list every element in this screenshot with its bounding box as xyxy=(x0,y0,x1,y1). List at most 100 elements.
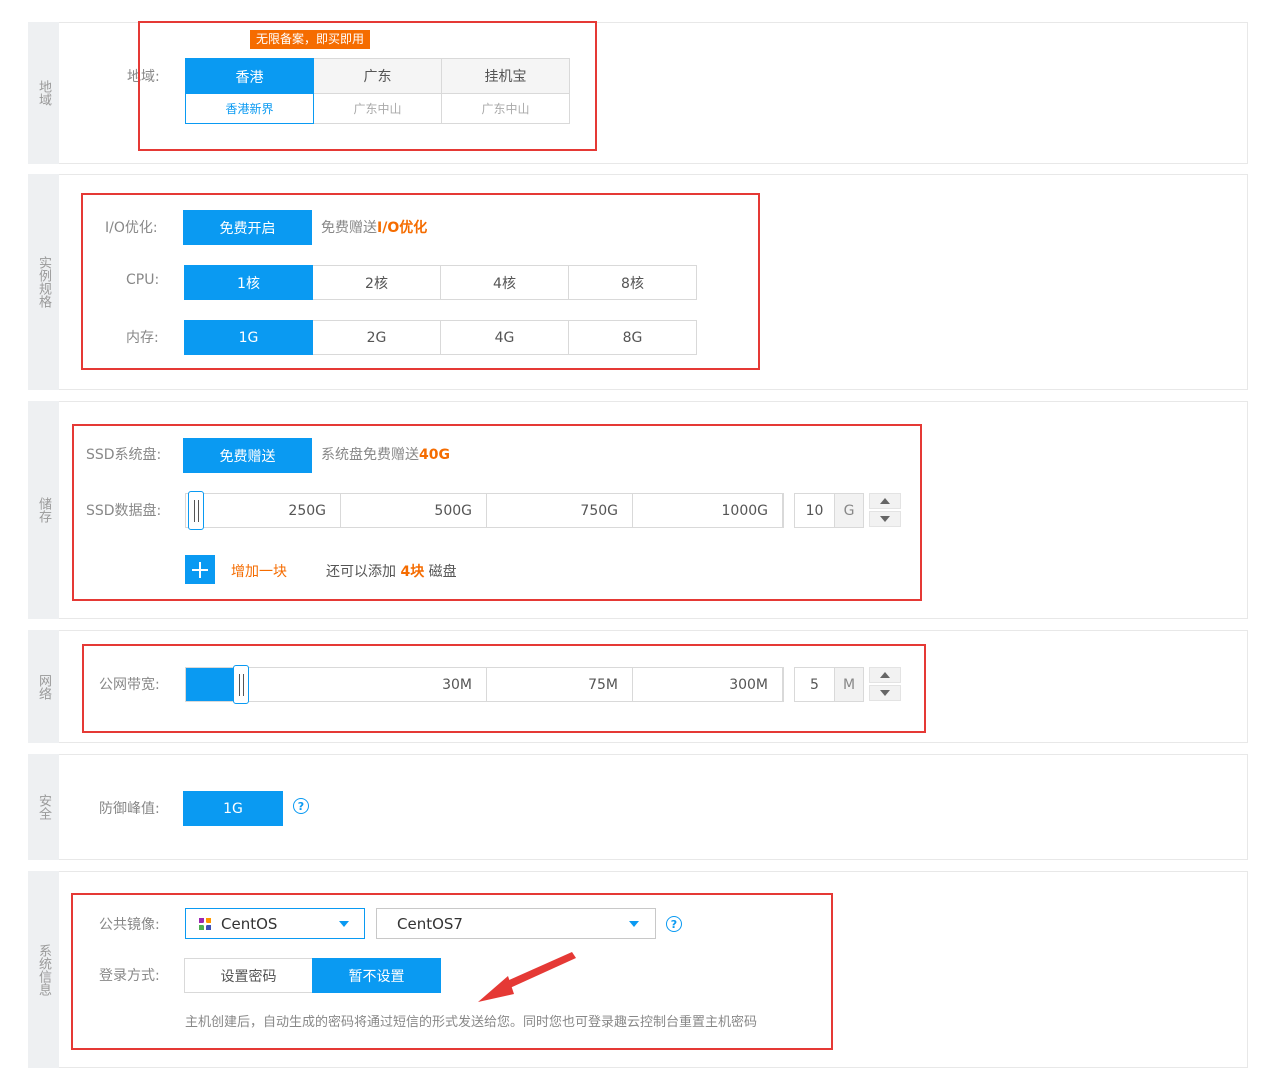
add-disk-note: 还可以添加 4块 磁盘 xyxy=(326,561,457,581)
data-disk-size-input[interactable]: 10 G xyxy=(794,493,864,528)
system-panel: 系统信息 公共镜像: CentOS CentOS7 ? 登录方式: 设置密码 暂… xyxy=(28,871,1248,1068)
help-icon[interactable]: ? xyxy=(666,916,682,932)
storage-panel: 储存 SSD系统盘: 免费赠送 系统盘免费赠送40G SSD数据盘: 250G … xyxy=(28,401,1248,619)
os-select-value: CentOS xyxy=(221,914,278,933)
region-panel: 地域 地域: 无限备案，即买即用 香港 香港新界 广东 广东中山 挂机宝 广东中… xyxy=(28,22,1248,164)
arrow-up-icon xyxy=(880,498,890,504)
help-icon[interactable]: ? xyxy=(293,798,309,814)
region-subzone: 广东中山 xyxy=(353,101,402,116)
login-label: 登录方式: xyxy=(99,968,160,984)
data-disk-size-value: 10 xyxy=(805,502,824,519)
os-version-select[interactable]: CentOS7 xyxy=(376,908,656,939)
arrow-down-icon xyxy=(880,690,890,696)
data-disk-mark: 500G xyxy=(341,494,487,527)
bandwidth-slider[interactable]: 30M 75M 300M xyxy=(185,665,784,704)
section-label-network: 网络 xyxy=(28,630,59,743)
bandwidth-label: 公网带宽: xyxy=(99,677,160,693)
region-name: 挂机宝 xyxy=(442,59,569,94)
cpu-option-2[interactable]: 2核 xyxy=(312,265,441,300)
io-enable-button[interactable]: 免费开启 xyxy=(183,210,312,245)
login-option-set-password[interactable]: 设置密码 xyxy=(184,958,313,993)
promo-tag: 无限备案，即买即用 xyxy=(250,30,371,49)
os-select[interactable]: CentOS xyxy=(185,908,365,939)
system-disk-hint: 系统盘免费赠送40G xyxy=(321,444,450,464)
data-disk-label: SSD数据盘: xyxy=(86,503,162,519)
data-disk-mark: 750G xyxy=(487,494,633,527)
memory-option-4g[interactable]: 4G xyxy=(440,320,569,355)
section-label-spec: 实例规格 xyxy=(28,174,59,390)
data-disk-decrement-button[interactable] xyxy=(869,511,901,527)
ddos-label: 防御峰值: xyxy=(99,801,160,817)
memory-option-2g[interactable]: 2G xyxy=(312,320,441,355)
os-version-select-value: CentOS7 xyxy=(397,914,463,933)
add-disk-link[interactable]: 增加一块 xyxy=(231,561,287,581)
add-disk-button[interactable] xyxy=(185,555,215,584)
network-panel: 网络 公网带宽: 30M 75M 300M 5 M xyxy=(28,630,1248,743)
plus-icon xyxy=(192,561,208,578)
arrow-up-icon xyxy=(880,672,890,678)
bandwidth-mark: 30M xyxy=(186,668,487,701)
cpu-label: CPU: xyxy=(126,272,160,288)
add-disk-note-suffix: 磁盘 xyxy=(428,564,457,580)
annotation-arrow-icon xyxy=(478,952,576,1002)
cpu-option-8[interactable]: 8核 xyxy=(568,265,697,300)
bandwidth-mark: 300M xyxy=(633,668,783,701)
ddos-row: 1G xyxy=(183,791,283,826)
security-panel: 安全 防御峰值: 1G ? xyxy=(28,754,1248,860)
data-disk-mark: 250G xyxy=(186,494,341,527)
bandwidth-value: 5 xyxy=(810,676,819,693)
cpu-options: 1核 2核 4核 8核 xyxy=(184,265,697,300)
login-options: 设置密码 暂不设置 xyxy=(184,958,441,993)
section-label-storage: 储存 xyxy=(28,401,59,619)
arrow-down-icon xyxy=(880,516,890,522)
io-hint-text: 免费赠送 xyxy=(321,220,377,236)
data-disk-mark: 1000G xyxy=(633,494,783,527)
memory-options: 1G 2G 4G 8G xyxy=(184,320,697,355)
add-disk-note-highlight: 4块 xyxy=(400,564,425,580)
bandwidth-decrement-button[interactable] xyxy=(869,685,901,701)
data-disk-size-unit: G xyxy=(834,494,863,527)
io-hint: 免费赠送I/O优化 xyxy=(321,217,427,237)
region-option-hongkong[interactable]: 香港 香港新界 xyxy=(185,58,314,124)
system-disk-hint-text: 系统盘免费赠送 xyxy=(321,447,419,463)
system-disk-hint-highlight: 40G xyxy=(419,447,450,463)
section-label-security: 安全 xyxy=(28,754,59,860)
cpu-option-1[interactable]: 1核 xyxy=(184,265,313,300)
region-label: 地域: xyxy=(127,69,160,85)
bandwidth-increment-button[interactable] xyxy=(869,667,901,683)
memory-label: 内存: xyxy=(126,330,159,346)
cpu-option-4[interactable]: 4核 xyxy=(440,265,569,300)
data-disk-slider-handle[interactable] xyxy=(188,491,204,530)
bandwidth-unit: M xyxy=(834,668,863,701)
memory-option-8g[interactable]: 8G xyxy=(568,320,697,355)
chevron-down-icon xyxy=(339,921,349,927)
add-disk-note-prefix: 还可以添加 xyxy=(326,564,396,580)
spec-panel: 实例规格 I/O优化: 免费开启 免费赠送I/O优化 CPU: 1核 2核 4核… xyxy=(28,174,1248,390)
memory-option-1g[interactable]: 1G xyxy=(184,320,313,355)
region-name: 广东 xyxy=(314,59,441,94)
region-option-guajibao[interactable]: 挂机宝 广东中山 xyxy=(441,58,570,124)
bandwidth-mark: 75M xyxy=(487,668,633,701)
system-disk-row: 免费赠送 xyxy=(183,438,312,473)
data-disk-increment-button[interactable] xyxy=(869,493,901,509)
io-hint-highlight: I/O优化 xyxy=(377,220,428,236)
region-option-guangdong[interactable]: 广东 广东中山 xyxy=(313,58,442,124)
image-label: 公共镜像: xyxy=(99,917,160,933)
login-option-skip[interactable]: 暂不设置 xyxy=(312,958,441,993)
bandwidth-input[interactable]: 5 M xyxy=(794,667,864,702)
section-label-region: 地域 xyxy=(28,22,59,164)
io-row: 免费开启 xyxy=(183,210,312,245)
centos-logo-icon xyxy=(199,917,211,930)
data-disk-slider[interactable]: 250G 500G 750G 1000G xyxy=(185,491,784,530)
section-label-system: 系统信息 xyxy=(28,871,59,1068)
region-name: 香港 xyxy=(186,59,313,94)
region-options: 香港 香港新界 广东 广东中山 挂机宝 广东中山 xyxy=(185,58,570,124)
chevron-down-icon xyxy=(629,921,639,927)
region-subzone: 广东中山 xyxy=(481,101,530,116)
ddos-option-1g[interactable]: 1G xyxy=(183,791,283,826)
io-label: I/O优化: xyxy=(105,220,158,236)
region-subzone: 香港新界 xyxy=(225,102,274,116)
bandwidth-slider-handle[interactable] xyxy=(233,665,249,704)
system-disk-free-button[interactable]: 免费赠送 xyxy=(183,438,312,473)
login-note: 主机创建后，自动生成的密码将通过短信的形式发送给您。同时您也可登录趣云控制台重置… xyxy=(185,1015,758,1030)
